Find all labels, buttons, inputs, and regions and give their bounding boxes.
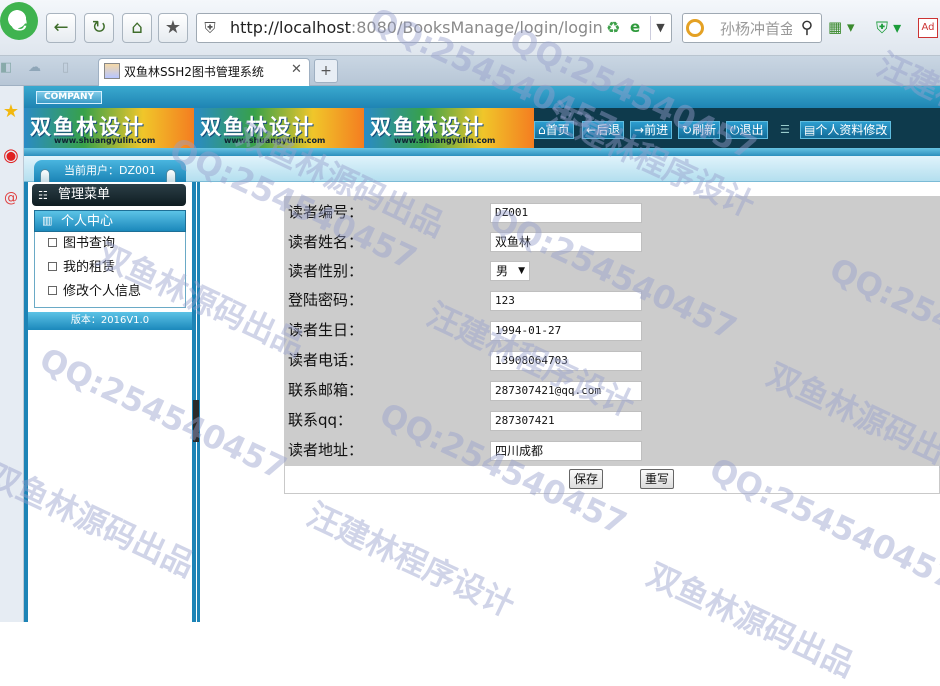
menu-item-label: 修改个人信息 (63, 284, 142, 299)
phone-field[interactable]: 13908064703 (490, 351, 642, 371)
nav-back-button[interactable]: ←后退 (582, 121, 625, 139)
search-icon[interactable]: ⚲ (794, 15, 820, 41)
power-icon: ⏻ (730, 123, 740, 137)
label-address: 读者地址： (288, 441, 364, 459)
address-dropdown-icon[interactable]: ▼ (650, 16, 670, 40)
label-password: 登陆密码： (288, 291, 364, 309)
nav-profile-edit-label: 个人资料修改 (815, 123, 888, 137)
version-label: 版本：2016V1.0 (28, 312, 192, 330)
reader-name-field[interactable]: 双鱼林 (490, 232, 642, 252)
card-icon: ▥ (42, 214, 53, 227)
search-engine-icon[interactable] (686, 19, 704, 37)
url-input[interactable]: http://localhost:8080/BooksManage/login/… (230, 18, 602, 37)
extension-icon[interactable]: ⛨ ▾ (876, 18, 901, 38)
tab-close-icon[interactable]: ✕ (291, 62, 302, 77)
logo-tile-2: 双鱼林设计 www.shuangyulin.com (194, 108, 364, 148)
browser-logo-icon: e (0, 2, 38, 40)
menu-item-edit-profile[interactable]: 修改个人信息 (48, 281, 141, 303)
nav-forward-button[interactable]: →前进 (630, 121, 673, 139)
weibo-icon[interactable]: ◉ (0, 144, 22, 168)
birthday-field[interactable]: 1994-01-27 (490, 321, 642, 341)
url-host: http://localhost (230, 18, 351, 37)
home-icon: ⌂ (538, 123, 546, 137)
back-arrow-icon: ← (586, 123, 597, 137)
new-tab-button[interactable]: + (314, 59, 338, 83)
apps-grid-icon[interactable]: ▦ ▾ (828, 18, 854, 36)
bullet-icon (48, 286, 57, 295)
company-tag: COMPANY (36, 91, 102, 104)
logo-url: www.shuangyulin.com (54, 136, 156, 145)
banner-bottom (24, 148, 940, 156)
tab-left-icons: ◧ ☁ ▯ (0, 60, 92, 82)
nav-logout-button[interactable]: ⏻退出 (726, 121, 768, 139)
profile-icon: ▤ (804, 123, 816, 137)
nav-logout-label: 退出 (739, 123, 764, 137)
forward-arrow-icon: → (634, 123, 645, 137)
logo-url: www.shuangyulin.com (394, 136, 496, 145)
refresh-button[interactable]: ↻ (84, 13, 114, 43)
panel-splitter-handle[interactable] (193, 400, 199, 442)
address-field[interactable]: 四川成都 (490, 441, 642, 461)
search-input[interactable]: 孙杨冲首金 (720, 18, 792, 39)
label-birthday: 读者生日： (288, 321, 364, 339)
menu-item-label: 我的租赁 (63, 260, 116, 275)
back-button[interactable]: ← (46, 13, 76, 43)
reader-sex-select[interactable]: 男 ▼ (490, 261, 530, 281)
menu-title: 管理菜单 (32, 184, 186, 206)
bullet-icon (48, 238, 57, 247)
nav-home-button[interactable]: ⌂首页 (534, 121, 574, 139)
label-qq: 联系qq： (288, 411, 353, 429)
password-field[interactable]: 123 (490, 291, 642, 311)
bullet-icon (48, 262, 57, 271)
logo-tile-1: 双鱼林设计 www.shuangyulin.com (24, 108, 194, 148)
menu-item-label: 图书查询 (63, 236, 116, 251)
logo-tile-3: 双鱼林设计 www.shuangyulin.com (364, 108, 534, 148)
qq-field[interactable]: 287307421 (490, 411, 642, 431)
menu-item-my-rentals[interactable]: 我的租赁 (48, 257, 115, 279)
save-button[interactable]: 保存 (569, 469, 604, 489)
menu-item-book-search[interactable]: 图书查询 (48, 233, 115, 255)
grid-icon: ☷ (38, 189, 48, 202)
phone-icon[interactable]: ▯ (62, 60, 69, 75)
label-reader-no: 读者编号： (288, 203, 364, 221)
menu-separator-icon: ☰ (780, 123, 790, 136)
favorites-star-icon[interactable]: ★ (0, 100, 22, 124)
nav-home-label: 首页 (545, 123, 570, 137)
reset-button[interactable]: 重写 (640, 469, 675, 489)
label-email: 联系邮箱： (288, 381, 364, 399)
home-button[interactable]: ⌂ (122, 13, 152, 43)
nav-profile-edit-button[interactable]: ▤个人资料修改 (800, 121, 892, 139)
url-rest: :8080/BooksManage/login/login_Ch (350, 18, 602, 37)
ie-mode-icon[interactable]: e (630, 18, 640, 36)
nav-refresh-button[interactable]: ↻刷新 (678, 121, 721, 139)
email-field[interactable]: 287307421@qq.com (490, 381, 642, 401)
tab-title: 双鱼林SSH2图书管理系统 (124, 65, 264, 79)
menu-group-personal[interactable]: 个人中心 (34, 210, 186, 232)
favorite-star-button[interactable]: ★ (158, 13, 188, 43)
shield-icon: ⛨ (204, 19, 216, 37)
cloud-icon[interactable]: ☁ (28, 60, 41, 75)
dropdown-arrow-icon: ▼ (518, 266, 525, 276)
label-reader-sex: 读者性别： (288, 262, 364, 280)
compat-reload-icon[interactable]: ♻ (606, 18, 620, 37)
sidebar-toggle-icon[interactable]: ◧ (0, 60, 12, 75)
logo-url: www.shuangyulin.com (224, 136, 326, 145)
nav-forward-label: 前进 (644, 123, 669, 137)
reader-no-field[interactable]: DZ001 (490, 203, 642, 223)
label-reader-name: 读者姓名： (288, 233, 364, 251)
nav-refresh-label: 刷新 (692, 123, 717, 137)
page-favicon-icon (104, 63, 120, 79)
current-user-label: 当前用户：DZ001 (34, 160, 186, 182)
label-phone: 读者电话： (288, 351, 364, 369)
form-actions (284, 466, 940, 494)
mail-at-icon[interactable]: @ (0, 186, 22, 210)
reader-sex-value: 男 (496, 264, 509, 278)
banner-top (24, 86, 940, 108)
nav-back-label: 后退 (596, 123, 621, 137)
refresh-icon: ↻ (682, 123, 693, 137)
pdf-icon[interactable]: Ad (918, 18, 938, 38)
